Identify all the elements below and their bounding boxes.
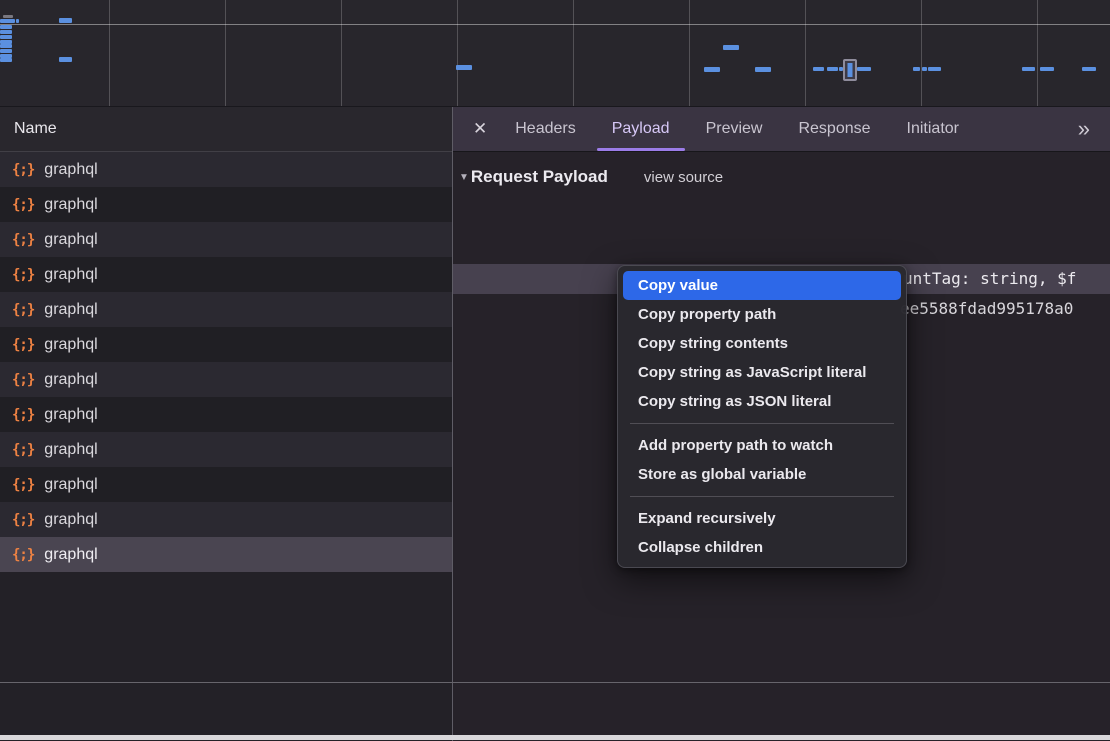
network-activity-bar bbox=[755, 67, 771, 72]
network-activity-bar bbox=[857, 67, 871, 71]
menu-separator bbox=[630, 496, 894, 497]
menu-item-copy-property-path[interactable]: Copy property path bbox=[618, 300, 906, 329]
request-row[interactable]: {;} graphql bbox=[0, 432, 452, 467]
network-activity-bar bbox=[1022, 67, 1035, 71]
json-request-icon: {;} bbox=[12, 162, 34, 178]
tab-response[interactable]: Response bbox=[783, 107, 885, 151]
network-activity-bar bbox=[0, 49, 12, 53]
network-activity-bar bbox=[59, 57, 72, 62]
request-row[interactable]: {;} graphql bbox=[0, 152, 452, 187]
network-activity-bar bbox=[59, 18, 72, 23]
request-row[interactable]: {;} graphql bbox=[0, 397, 452, 432]
json-request-icon: {;} bbox=[12, 197, 34, 213]
request-row[interactable]: {;} graphql bbox=[0, 187, 452, 222]
query-value-fragment: untTag: string, $f bbox=[903, 264, 1076, 294]
json-request-icon: {;} bbox=[12, 547, 34, 563]
request-name-label: graphql bbox=[44, 231, 97, 249]
json-request-icon: {;} bbox=[12, 232, 34, 248]
json-request-icon: {;} bbox=[12, 267, 34, 283]
network-activity-bar bbox=[0, 25, 12, 29]
network-activity-bar bbox=[456, 65, 472, 70]
network-panel-body: Name {;} graphql {;} graphql {;} graphql {;} gr… bbox=[0, 106, 1110, 741]
menu-item-copy-string-as-json-literal[interactable]: Copy string as JSON literal bbox=[618, 387, 906, 416]
request-name-label: graphql bbox=[44, 161, 97, 179]
request-row[interactable]: {;} graphql bbox=[0, 292, 452, 327]
request-name-label: graphql bbox=[44, 301, 97, 319]
section-title: Request Payload bbox=[471, 167, 608, 187]
network-activity-bar bbox=[704, 67, 720, 72]
json-request-icon: {;} bbox=[12, 337, 34, 353]
tab-preview[interactable]: Preview bbox=[691, 107, 778, 151]
network-activity-bar bbox=[928, 67, 941, 71]
context-menu: Copy valueCopy property pathCopy string … bbox=[617, 265, 907, 568]
operation-name-row[interactable]: operationName: "ipFlowTimeseries" bbox=[453, 234, 1110, 264]
network-activity-bar bbox=[0, 44, 12, 48]
menu-item-expand-recursively[interactable]: Expand recursively bbox=[618, 504, 906, 533]
request-name-label: graphql bbox=[44, 511, 97, 529]
network-activity-bar bbox=[827, 67, 838, 71]
request-name-label: graphql bbox=[44, 546, 97, 564]
network-activity-bar bbox=[913, 67, 920, 71]
detail-tabbar: ✕ HeadersPayloadPreviewResponseInitiator… bbox=[453, 107, 1110, 152]
tab-headers[interactable]: Headers bbox=[500, 107, 590, 151]
request-name-label: graphql bbox=[44, 266, 97, 284]
network-activity-bar bbox=[1082, 67, 1096, 71]
overview-grid-line bbox=[0, 24, 1110, 25]
request-name-label: graphql bbox=[44, 476, 97, 494]
json-request-icon: {;} bbox=[12, 302, 34, 318]
name-column-header[interactable]: Name bbox=[0, 107, 452, 152]
section-collapse-icon[interactable]: ▼ bbox=[459, 172, 469, 183]
close-icon[interactable]: ✕ bbox=[463, 119, 497, 139]
request-row[interactable]: {;} graphql bbox=[0, 362, 452, 397]
name-column-label: Name bbox=[14, 120, 57, 137]
overview-selection-marker[interactable] bbox=[843, 59, 857, 81]
request-row[interactable]: {;} graphql bbox=[0, 502, 452, 537]
json-request-icon: {;} bbox=[12, 372, 34, 388]
menu-item-copy-string-contents[interactable]: Copy string contents bbox=[618, 329, 906, 358]
network-activity-bar bbox=[0, 19, 15, 23]
variables-preview-fragment: ee5588fdad995178a0 bbox=[900, 294, 1073, 324]
network-activity-bar bbox=[3, 15, 13, 18]
json-request-icon: {;} bbox=[12, 442, 34, 458]
network-activity-bar bbox=[0, 30, 12, 34]
network-overview-timeline[interactable] bbox=[0, 0, 1110, 106]
tab-payload[interactable]: Payload bbox=[597, 107, 685, 151]
request-name-label: graphql bbox=[44, 406, 97, 424]
request-row[interactable]: {;} graphql bbox=[0, 327, 452, 362]
menu-item-copy-value[interactable]: Copy value bbox=[623, 271, 901, 300]
request-row[interactable]: {;} graphql bbox=[0, 257, 452, 292]
network-activity-bar bbox=[16, 19, 19, 23]
network-activity-bar bbox=[813, 67, 824, 71]
window-bottom-edge bbox=[0, 735, 1110, 740]
request-rows: {;} graphql {;} graphql {;} graphql {;} graphql… bbox=[0, 152, 452, 572]
selected-request-bar bbox=[848, 63, 853, 77]
json-request-icon: {;} bbox=[12, 477, 34, 493]
network-activity-bar bbox=[922, 67, 927, 71]
menu-item-collapse-children[interactable]: Collapse children bbox=[618, 533, 906, 562]
request-row[interactable]: {;} graphql bbox=[0, 222, 452, 257]
request-name-label: graphql bbox=[44, 441, 97, 459]
json-request-icon: {;} bbox=[12, 407, 34, 423]
menu-item-add-property-path-to-watch[interactable]: Add property path to watch bbox=[618, 431, 906, 460]
payload-root-row[interactable]: ▼ {operationName: "ipFlowTimeseries", va… bbox=[453, 204, 1110, 234]
view-source-link[interactable]: view source bbox=[644, 169, 723, 186]
request-name-label: graphql bbox=[44, 371, 97, 389]
menu-separator bbox=[630, 423, 894, 424]
request-row[interactable]: {;} graphql bbox=[0, 537, 452, 572]
menu-item-copy-string-as-javascript-literal[interactable]: Copy string as JavaScript literal bbox=[618, 358, 906, 387]
network-activity-bar bbox=[0, 58, 12, 62]
request-row[interactable]: {;} graphql bbox=[0, 467, 452, 502]
menu-item-store-as-global-variable[interactable]: Store as global variable bbox=[618, 460, 906, 489]
request-name-label: graphql bbox=[44, 336, 97, 354]
tab-initiator[interactable]: Initiator bbox=[892, 107, 974, 151]
request-list-pane: Name {;} graphql {;} graphql {;} graphql {;} gr… bbox=[0, 107, 453, 741]
json-request-icon: {;} bbox=[12, 512, 34, 528]
bottom-divider bbox=[0, 682, 1110, 683]
network-activity-bar bbox=[0, 35, 12, 39]
request-name-label: graphql bbox=[44, 196, 97, 214]
network-activity-bar bbox=[723, 45, 739, 50]
more-tabs-icon[interactable]: » bbox=[1078, 107, 1090, 151]
request-payload-section-header: ▼ Request Payload view source bbox=[453, 152, 1110, 190]
network-activity-bar bbox=[1040, 67, 1054, 71]
